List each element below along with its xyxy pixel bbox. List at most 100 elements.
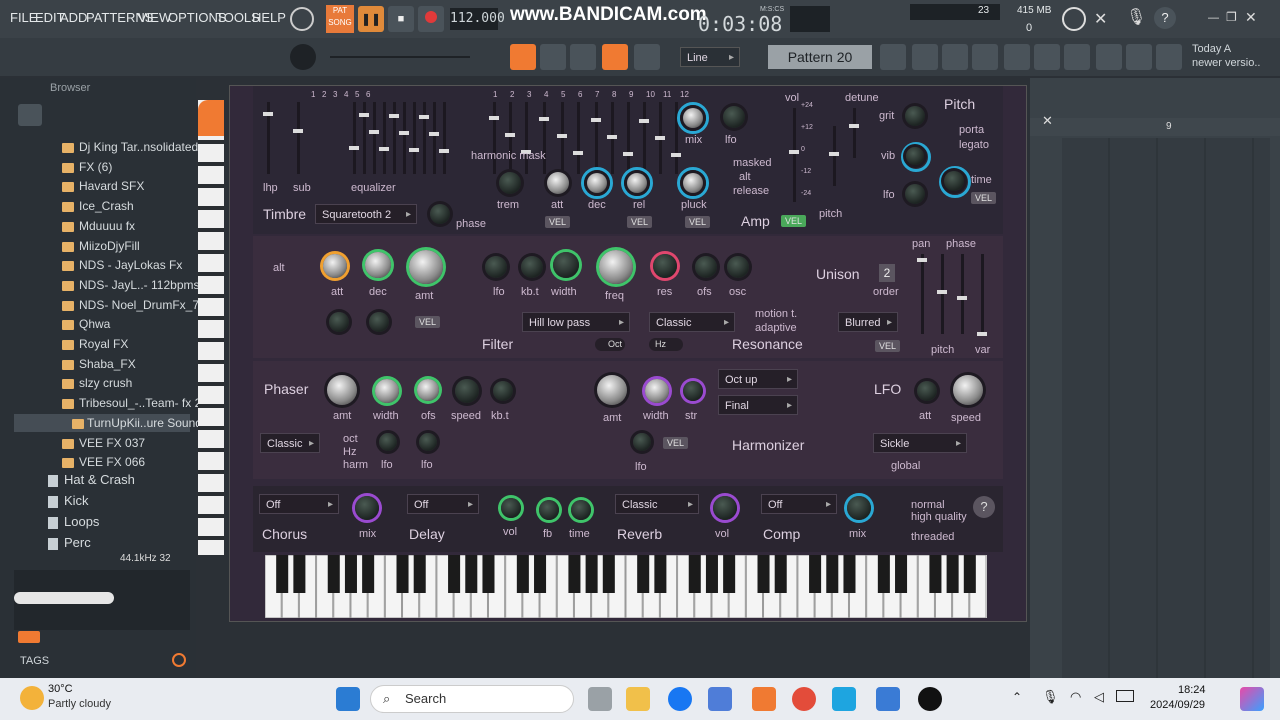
weather-icon[interactable] — [20, 686, 44, 710]
phaser-speed-knob[interactable] — [455, 379, 479, 403]
filter-env-knob-2[interactable] — [369, 312, 389, 332]
detune-slider[interactable] — [849, 108, 859, 158]
menu-file[interactable]: FILE — [10, 10, 37, 25]
fader[interactable] — [573, 102, 583, 174]
plugin-icon[interactable] — [1064, 44, 1090, 70]
browser-button[interactable] — [1004, 44, 1030, 70]
facebook-icon[interactable] — [668, 687, 692, 711]
browser-folder[interactable]: Perc — [64, 535, 91, 550]
playlist-button[interactable] — [880, 44, 906, 70]
filter-type-select[interactable]: Hill low pass — [522, 312, 630, 333]
unison-pitch-slider[interactable] — [937, 254, 947, 334]
link-button[interactable] — [602, 44, 628, 70]
black-key[interactable] — [568, 555, 581, 593]
black-key[interactable] — [654, 555, 667, 593]
delay-select[interactable]: Off — [407, 494, 479, 515]
vol-slider[interactable] — [789, 108, 799, 202]
help-icon[interactable]: ? — [1154, 7, 1176, 29]
close-icon[interactable]: ✕ — [1245, 9, 1257, 26]
browser-item[interactable]: Havard SFX — [79, 179, 144, 193]
pitch-thumb[interactable] — [829, 152, 839, 156]
chorus-mix-knob[interactable] — [355, 496, 379, 520]
volume-icon[interactable]: ◁ — [1094, 689, 1104, 705]
lfo-att-knob[interactable] — [917, 381, 937, 401]
black-key[interactable] — [534, 555, 547, 593]
motion-option[interactable]: motion t. — [755, 308, 797, 320]
minimize-icon[interactable]: — — [1208, 12, 1219, 24]
fader[interactable] — [591, 102, 601, 174]
porta-time-knob[interactable] — [944, 171, 964, 191]
phase-knob[interactable] — [430, 204, 450, 224]
lfo-shape-select[interactable]: Sickle — [873, 433, 967, 454]
browser-item[interactable]: Tribesoul_-..Team- fx 2 — [79, 396, 201, 410]
maximize-icon[interactable]: ❐ — [1226, 10, 1237, 24]
tuning-icon[interactable] — [1096, 44, 1122, 70]
fader-thumb[interactable] — [429, 132, 439, 136]
mixer-button[interactable] — [912, 44, 938, 70]
adaptive-option[interactable]: adaptive — [755, 322, 797, 334]
amp-rel-knob[interactable] — [627, 173, 647, 193]
unison-phase-thumb[interactable] — [957, 296, 967, 300]
phaser-lfo-knob[interactable] — [379, 433, 397, 451]
fader-thumb[interactable] — [655, 136, 665, 140]
normal-quality-option[interactable]: normal — [911, 499, 945, 511]
fader-thumb[interactable] — [591, 118, 601, 122]
piano-roll-button[interactable] — [972, 44, 998, 70]
fader[interactable] — [539, 102, 549, 174]
amp-dec-knob[interactable] — [587, 173, 607, 193]
oscillator-shape-select[interactable]: Squaretooth 2 — [315, 204, 417, 225]
threaded-option[interactable]: threaded — [911, 531, 954, 543]
harm-vel[interactable]: VEL — [663, 437, 689, 449]
unison-pan-thumb[interactable] — [917, 258, 927, 262]
fl-studio-icon[interactable] — [752, 687, 776, 711]
fader[interactable] — [607, 102, 617, 174]
fader-thumb[interactable] — [409, 148, 419, 152]
fader[interactable] — [419, 102, 429, 174]
fader-thumb[interactable] — [419, 115, 429, 119]
fader[interactable] — [369, 102, 379, 174]
record-button[interactable] — [418, 6, 444, 32]
amp-vel-toggle[interactable]: VEL — [781, 215, 807, 227]
piano-keys-svg[interactable] — [264, 554, 987, 619]
filter-amt-knob[interactable] — [409, 250, 443, 284]
black-key[interactable] — [637, 555, 650, 593]
clock-date[interactable]: 2024/09/29 — [1150, 699, 1205, 711]
browser-item[interactable]: Dj King Tar..nsolidated) — [79, 140, 202, 154]
fader-thumb[interactable] — [505, 133, 515, 137]
fader[interactable] — [505, 102, 515, 174]
tools-icon[interactable]: ✕ — [1094, 9, 1107, 29]
browser-item[interactable]: Shaba_FX — [79, 357, 136, 371]
fader[interactable] — [263, 102, 273, 174]
unison-type-select[interactable]: Blurred — [838, 312, 898, 333]
fader-thumb[interactable] — [623, 152, 633, 156]
marketplace-icon[interactable] — [1126, 44, 1152, 70]
harm-dd-2[interactable]: Final — [718, 395, 798, 416]
fader-thumb[interactable] — [573, 151, 583, 155]
grit-knob[interactable] — [905, 106, 925, 126]
weather-temp[interactable]: 30°C — [48, 683, 73, 695]
black-key[interactable] — [448, 555, 461, 593]
pattern-selector[interactable]: Pattern 20 — [768, 45, 872, 69]
alt-option[interactable]: alt — [739, 171, 751, 183]
reverb-select[interactable]: Classic — [615, 494, 699, 515]
fader-thumb[interactable] — [293, 129, 303, 133]
legato-option[interactable]: legato — [959, 139, 989, 151]
snap-selector[interactable]: Line — [680, 47, 740, 68]
masked-option[interactable]: masked — [733, 157, 772, 169]
metronome-button[interactable] — [634, 44, 660, 70]
black-key[interactable] — [602, 555, 615, 593]
filter-alt-option[interactable]: alt — [273, 262, 285, 274]
vol-thumb[interactable] — [789, 150, 799, 154]
weather-desc[interactable]: Partly cloudy — [48, 698, 111, 710]
black-key[interactable] — [465, 555, 478, 593]
menu-help[interactable]: HELP — [252, 10, 286, 25]
fader-thumb[interactable] — [671, 153, 681, 157]
filter-vel[interactable]: VEL — [415, 316, 441, 328]
browser-item[interactable]: MiizoDjyFill — [79, 239, 140, 253]
unison-var-slider[interactable] — [977, 254, 987, 336]
task-view-icon[interactable] — [588, 687, 612, 711]
high-quality-option[interactable]: high quality — [911, 511, 967, 523]
fader-thumb[interactable] — [539, 117, 549, 121]
harm-lfo-knob[interactable] — [633, 433, 651, 451]
trem-knob[interactable] — [499, 172, 521, 194]
